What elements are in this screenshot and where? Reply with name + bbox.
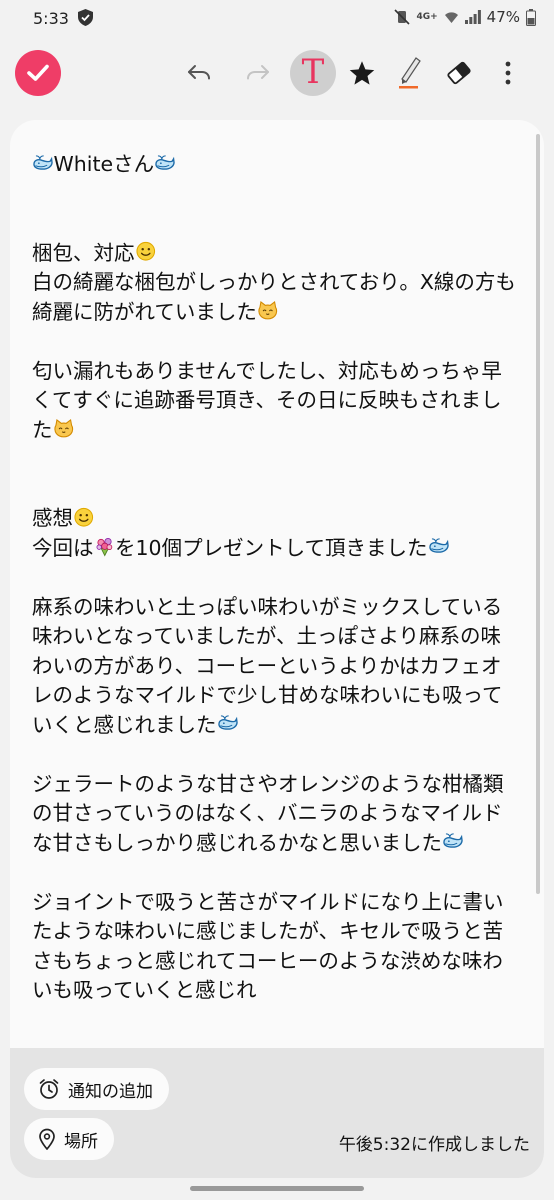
undo-icon: [188, 65, 210, 80]
note-line: ​: [32, 180, 520, 210]
note-line: 匂い漏れもありませんでしたし、対応もめっちゃ早くてすぐに追跡番号頂き、その日に反…: [32, 358, 502, 442]
text-style-icon: T: [301, 52, 325, 92]
smile-emoji-icon: [135, 242, 155, 262]
star-icon: [349, 60, 375, 85]
network-type-icon: 4G+: [416, 12, 438, 22]
cat-emoji-icon: [53, 419, 73, 438]
bouquet-emoji-icon: [96, 538, 112, 557]
note-line: ​: [32, 563, 520, 593]
more-vertical-icon: [505, 61, 511, 85]
note-line: ​: [32, 740, 520, 770]
favorite-button[interactable]: [339, 50, 385, 96]
add-location-button[interactable]: 場所: [24, 1118, 114, 1160]
add-reminder-button[interactable]: 通知の追加: [24, 1068, 169, 1110]
smile-emoji-icon: [74, 507, 94, 527]
note-line: 麻系の味わいと土っぽい味わいがミックスしている味わいとなっていましたが、土っぽさ…: [32, 594, 503, 737]
status-time: 5:33: [33, 9, 69, 28]
add-reminder-label: 通知の追加: [68, 1081, 153, 1102]
redo-button[interactable]: [235, 50, 281, 96]
whale-emoji-icon: [443, 833, 463, 849]
battery-icon: [526, 8, 536, 26]
created-timestamp: 午後5:32に作成しました: [338, 1135, 530, 1155]
alarm-clock-icon: [39, 1079, 59, 1099]
note-card: Whiteさん​​梱包、対応白の綺麗な梱包がしっかりとされており。X線の方も綺麗…: [10, 120, 544, 1178]
more-options-button[interactable]: [485, 50, 531, 96]
note-info-panel: 通知の追加 場所 午後5:32に作成しました: [10, 1048, 544, 1178]
pen-button[interactable]: [386, 50, 432, 96]
scrollbar[interactable]: [536, 134, 540, 894]
signal-icon: [464, 10, 481, 24]
whale-emoji-icon: [33, 155, 53, 170]
pen-icon: [399, 57, 421, 89]
shield-icon: [78, 9, 93, 26]
battery-percent: 47%: [486, 8, 520, 26]
note-body-editor[interactable]: Whiteさん​​梱包、対応白の綺麗な梱包がしっかりとされており。X線の方も綺麗…: [32, 150, 520, 1050]
cat-emoji-icon: [258, 301, 278, 320]
text-style-button[interactable]: T: [290, 50, 336, 96]
note-line: ​: [32, 327, 520, 357]
note-line: ​: [32, 858, 520, 888]
wifi-icon: [444, 12, 458, 23]
status-icons: 4G+ 47%: [394, 8, 536, 26]
status-bar: 5:33 4G+ 47%: [0, 0, 554, 38]
note-line: ​: [32, 445, 520, 475]
home-indicator[interactable]: [190, 1186, 364, 1191]
note-line: ジェラートのような甘さやオレンジのような柑橘類の甘さっていうのはなく、バニラのよ…: [32, 771, 504, 855]
add-location-label: 場所: [64, 1131, 98, 1152]
whale-emoji-icon: [155, 155, 175, 170]
whale-emoji-icon: [217, 715, 238, 731]
eraser-icon: [447, 61, 471, 85]
eraser-button[interactable]: [436, 50, 482, 96]
note-line: ​: [32, 209, 520, 239]
note-line: 梱包、対応: [32, 239, 520, 269]
check-icon: [27, 64, 49, 81]
note-line: 白の綺麗な梱包がしっかりとされており。X線の方も綺麗に防がれていました: [32, 270, 516, 324]
note-line: Whiteさん: [32, 150, 520, 180]
editor-toolbar: T: [0, 44, 554, 104]
note-line: ジョイントで吸うと苦さがマイルドになり上に書いたような味わいに感じましたが、キセ…: [32, 889, 504, 1003]
redo-icon: [247, 65, 269, 80]
note-line: 感想: [32, 504, 520, 534]
location-pin-icon: [39, 1128, 55, 1150]
save-button[interactable]: [15, 50, 61, 96]
whale-emoji-icon: [428, 538, 449, 554]
note-line: ​: [32, 475, 520, 505]
undo-button[interactable]: [176, 50, 222, 96]
note-line: 今回は を10個プレゼントして頂きました: [32, 534, 520, 564]
vibrate-mute-icon: [394, 9, 411, 25]
